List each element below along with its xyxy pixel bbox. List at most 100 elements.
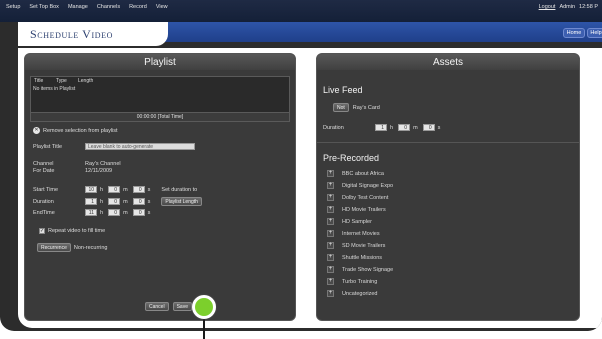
live-minutes-input[interactable]: 0 xyxy=(398,124,411,131)
remove-selection-row[interactable]: ✕ Remove selection from playlist xyxy=(33,127,118,134)
expand-plus-icon[interactable]: + xyxy=(327,230,334,237)
asset-category[interactable]: + HD Sampler xyxy=(327,218,372,225)
col-title: Title xyxy=(34,78,44,84)
expand-plus-icon[interactable]: + xyxy=(327,278,334,285)
live-feed-not-button[interactable]: Not xyxy=(333,103,349,112)
expand-plus-icon[interactable]: + xyxy=(327,218,334,225)
live-hours-input[interactable]: 1 xyxy=(375,124,387,131)
recurrence-button[interactable]: Recurrence xyxy=(37,243,71,252)
divider xyxy=(317,142,579,143)
start-time-row: Start Time 10 h 0 m 0 s Set duration to xyxy=(33,186,197,193)
asset-category[interactable]: + Uncategorized xyxy=(327,290,377,297)
repeat-row[interactable]: ✓ Repeat video to fill time xyxy=(39,228,105,234)
asset-category[interactable]: + Dolby Test Content xyxy=(327,194,388,201)
asset-category-label: HD Movie Trailers xyxy=(342,206,386,213)
asset-category[interactable]: + SD Movie Trailers xyxy=(327,242,385,249)
clock: 12:58 P xyxy=(579,4,598,10)
duration-seconds-input[interactable]: 0 xyxy=(132,198,145,205)
asset-category[interactable]: + HD Movie Trailers xyxy=(327,206,386,213)
asset-category-label: Shuttle Missions xyxy=(342,254,383,261)
logout-link[interactable]: Logout xyxy=(539,4,556,10)
unit-m: m xyxy=(123,186,128,193)
expand-plus-icon[interactable]: + xyxy=(327,182,334,189)
asset-category[interactable]: + Trade Show Signage xyxy=(327,266,393,273)
expand-plus-icon[interactable]: + xyxy=(327,254,334,261)
cancel-button[interactable]: Cancel xyxy=(145,302,169,311)
end-hours-input[interactable]: 11 xyxy=(85,209,97,216)
asset-category-label: Turbo Training xyxy=(342,278,378,285)
unit-h: h xyxy=(390,124,394,131)
page-title-tab: Schedule Video xyxy=(18,22,168,46)
start-minutes-input[interactable]: 0 xyxy=(108,186,121,193)
menu-channels[interactable]: Channels xyxy=(97,4,120,10)
playlist-total-time: 00:00:00 [Total Time] xyxy=(31,112,289,121)
live-feed-card: Ray's Card xyxy=(352,104,380,111)
assets-panel: Assets Live Feed Not Ray's Card Duration… xyxy=(316,53,580,321)
col-type: Type xyxy=(56,78,67,84)
duration-label: Duration xyxy=(33,198,54,205)
end-seconds-input[interactable]: 0 xyxy=(132,209,145,216)
expand-plus-icon[interactable]: + xyxy=(327,206,334,213)
end-time-label: EndTime xyxy=(33,209,55,216)
start-seconds-input[interactable]: 0 xyxy=(132,186,145,193)
expand-plus-icon[interactable]: + xyxy=(327,266,334,273)
menu-view[interactable]: View xyxy=(156,4,168,10)
unit-s: s xyxy=(147,209,151,216)
live-duration-row: Duration 1 h 0 m 0 s xyxy=(323,124,445,131)
assets-panel-title: Assets xyxy=(317,54,579,70)
unit-s: s xyxy=(437,124,441,131)
current-user: Admin xyxy=(559,4,576,10)
save-button[interactable]: Save xyxy=(172,302,192,311)
asset-category-label: BBC about Africa xyxy=(342,170,384,177)
menu-record[interactable]: Record xyxy=(129,4,147,10)
menu-set-top-box[interactable]: Set Top Box xyxy=(29,4,59,10)
live-seconds-input[interactable]: 0 xyxy=(422,124,435,131)
playlist-table[interactable]: Title Type Length No items in Playlist 0… xyxy=(30,76,290,122)
live-duration-label: Duration xyxy=(323,124,344,131)
channel-label: Channel xyxy=(33,161,54,167)
asset-category[interactable]: + Turbo Training xyxy=(327,278,377,285)
asset-category[interactable]: + Digital Signage Expo xyxy=(327,182,393,189)
asset-category-label: HD Sampler xyxy=(342,218,372,225)
expand-plus-icon[interactable]: + xyxy=(327,290,334,297)
menu-manage[interactable]: Manage xyxy=(68,4,88,10)
start-hours-input[interactable]: 10 xyxy=(85,186,97,193)
end-minutes-input[interactable]: 0 xyxy=(108,209,121,216)
menu-setup[interactable]: Setup xyxy=(6,4,20,10)
playlist-title-label: Playlist Title xyxy=(33,143,63,150)
asset-category[interactable]: + Internet Movies xyxy=(327,230,380,237)
recurrence-value: Non-recurring xyxy=(73,244,108,251)
expand-plus-icon[interactable]: + xyxy=(327,170,334,177)
form-actions: Cancel Save xyxy=(145,302,192,311)
expand-plus-icon[interactable]: + xyxy=(327,242,334,249)
callout-marker xyxy=(192,295,216,319)
session-info: Logout Admin 12:58 P xyxy=(539,4,598,10)
unit-m: m xyxy=(123,198,128,205)
page-title: Schedule Video xyxy=(30,26,113,41)
date-row: For Date 12/11/2009 xyxy=(33,168,112,174)
recurrence-row: Recurrence Non-recurring xyxy=(37,243,107,252)
asset-category-label: Digital Signage Expo xyxy=(342,182,394,189)
close-icon: ✕ xyxy=(33,127,40,134)
help-button[interactable]: Help xyxy=(587,28,602,38)
remove-selection-label[interactable]: Remove selection from playlist xyxy=(43,128,118,134)
playlist-length-button[interactable]: Playlist Length xyxy=(161,197,202,206)
playlist-title-input[interactable]: Leave blank to auto-generate xyxy=(85,143,195,150)
app-frame: Setup Set Top Box Manage Channels Record… xyxy=(0,0,602,331)
set-duration-label: Set duration to xyxy=(161,186,198,193)
top-menubar: Setup Set Top Box Manage Channels Record… xyxy=(0,0,602,22)
unit-h: h xyxy=(100,186,104,193)
start-time-label: Start Time xyxy=(33,186,59,193)
expand-plus-icon[interactable]: + xyxy=(327,194,334,201)
duration-row: Duration 1 h 0 m 0 s Playlist Length xyxy=(33,197,202,206)
duration-minutes-input[interactable]: 0 xyxy=(108,198,121,205)
duration-hours-input[interactable]: 1 xyxy=(85,198,97,205)
home-button[interactable]: Home xyxy=(563,28,585,38)
asset-category[interactable]: + BBC about Africa xyxy=(327,170,384,177)
unit-h: h xyxy=(100,198,104,205)
pre-recorded-heading: Pre-Recorded xyxy=(323,153,380,163)
asset-category[interactable]: + Shuttle Missions xyxy=(327,254,382,261)
playlist-panel: Playlist Title Type Length No items in P… xyxy=(24,53,296,321)
end-time-row: EndTime 11 h 0 m 0 s xyxy=(33,209,155,216)
repeat-checkbox[interactable]: ✓ xyxy=(39,228,45,234)
